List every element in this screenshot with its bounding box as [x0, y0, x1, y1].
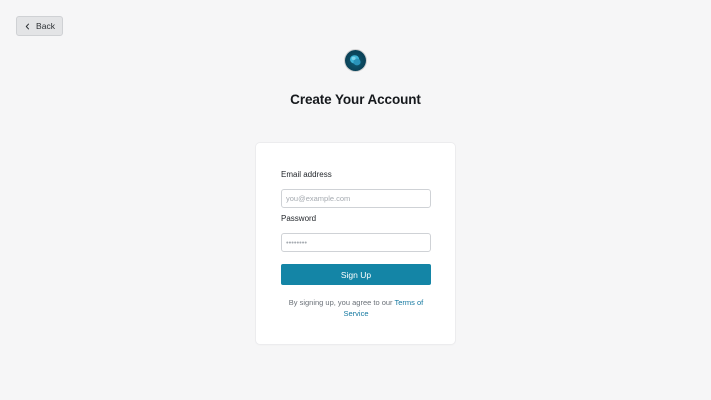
signup-card: Email address Password Sign Up By signin…	[256, 143, 455, 344]
email-field[interactable]	[281, 189, 431, 208]
sign-up-button[interactable]: Sign Up	[281, 264, 431, 285]
globe-logo-icon	[345, 50, 366, 71]
password-field[interactable]	[281, 233, 431, 252]
terms-text: By signing up, you agree to our	[288, 298, 395, 307]
back-button[interactable]: Back	[16, 16, 63, 36]
terms-notice: By signing up, you agree to our Terms of…	[281, 298, 431, 319]
password-label: Password	[281, 214, 317, 223]
page-title: Create Your Account	[290, 92, 421, 107]
email-label: Email address	[281, 170, 332, 179]
chevron-left-icon	[25, 23, 30, 29]
signup-page: Back Create Your Account Email address P…	[0, 0, 711, 400]
back-label: Back	[36, 21, 55, 31]
